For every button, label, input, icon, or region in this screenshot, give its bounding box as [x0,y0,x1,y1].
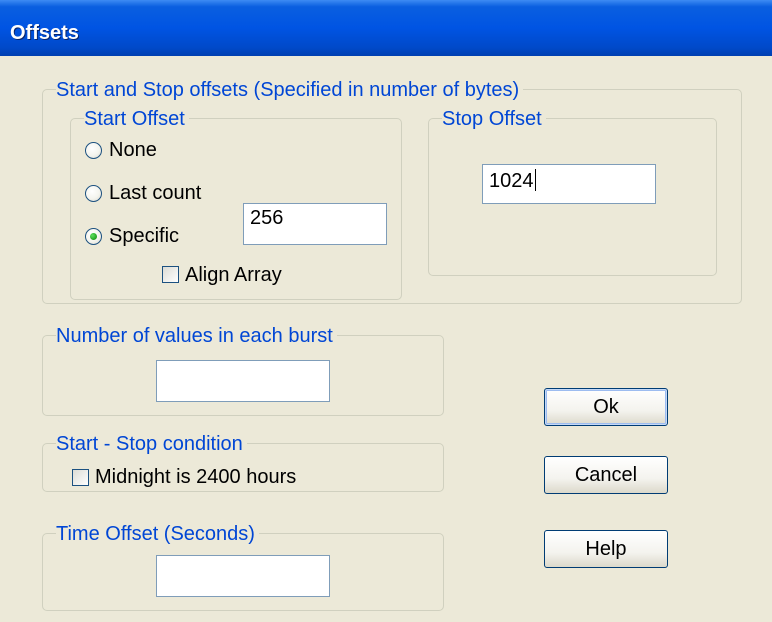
radio-last-count-label[interactable]: Last count [109,182,201,204]
time-offset-input[interactable] [156,555,330,597]
align-array-checkbox[interactable] [162,266,179,283]
radio-specific[interactable] [85,228,102,245]
start-offset-group: Start Offset None Last count Specific 25… [70,108,402,300]
offsets-group-legend: Start and Stop offsets (Specified in num… [56,79,524,101]
time-offset-group: Time Offset (Seconds) [42,523,444,611]
text-caret [534,169,536,191]
radio-none-label[interactable]: None [109,139,157,161]
window-title: Offsets [10,22,79,44]
specific-offset-value: 256 [250,207,284,229]
burst-group: Number of values in each burst [42,325,444,416]
title-bar[interactable]: Offsets [0,0,772,56]
radio-specific-label[interactable]: Specific [109,225,179,247]
offsets-group: Start and Stop offsets (Specified in num… [42,79,742,304]
burst-count-input[interactable] [156,360,330,402]
condition-group: Start - Stop condition Midnight is 2400 … [42,433,444,492]
stop-offset-group: Stop Offset 1024 [428,108,717,276]
specific-offset-input[interactable]: 256 [243,203,387,245]
midnight-checkbox[interactable] [72,469,89,486]
ok-button[interactable]: Ok [544,388,668,426]
stop-offset-input[interactable]: 1024 [482,164,656,204]
burst-group-legend: Number of values in each burst [56,325,337,347]
stop-offset-value: 1024 [489,170,534,192]
dialog-body: Start and Stop offsets (Specified in num… [0,56,772,622]
align-array-label[interactable]: Align Array [185,264,282,286]
radio-last-count[interactable] [85,185,102,202]
radio-selected-dot [90,233,97,240]
stop-offset-legend: Stop Offset [442,108,546,130]
time-offset-legend: Time Offset (Seconds) [56,523,259,545]
cancel-button[interactable]: Cancel [544,456,668,494]
start-offset-legend: Start Offset [84,108,189,130]
help-button[interactable]: Help [544,530,668,568]
radio-none[interactable] [85,142,102,159]
condition-group-legend: Start - Stop condition [56,433,247,455]
midnight-label[interactable]: Midnight is 2400 hours [95,466,296,488]
